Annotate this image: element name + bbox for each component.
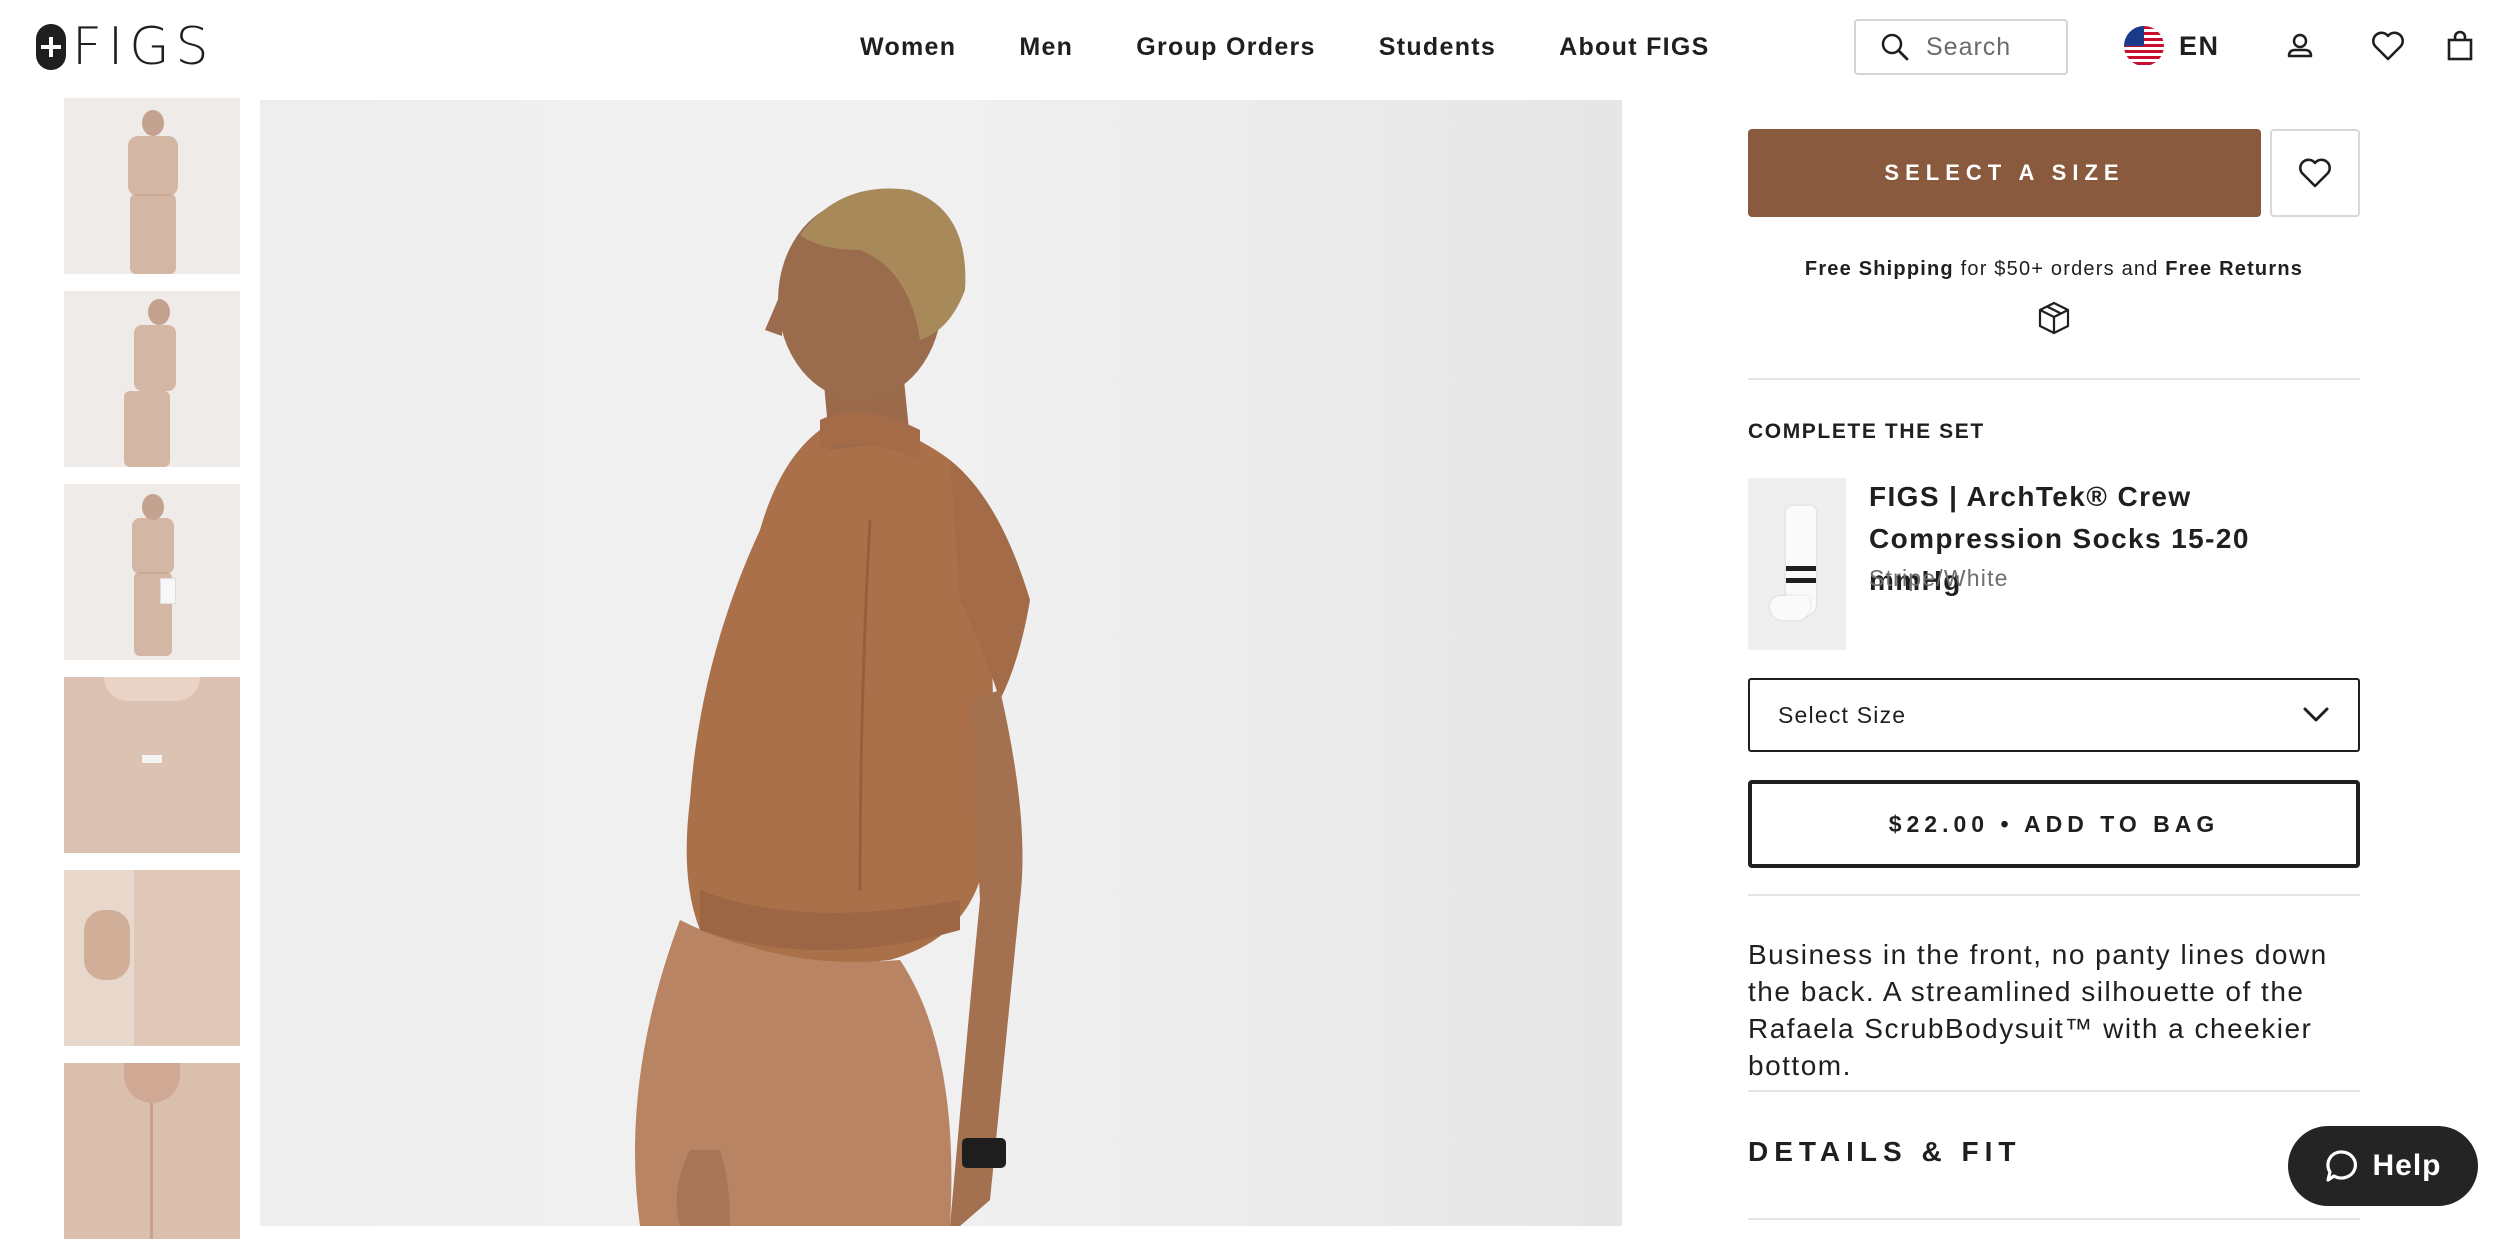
select-size-button[interactable]: SELECT A SIZE (1748, 129, 2261, 217)
product-thumbnail-6[interactable] (64, 1063, 240, 1239)
heart-icon (2299, 158, 2331, 188)
free-returns-label: Free Returns (2165, 258, 2304, 280)
help-button[interactable]: Help (2288, 1126, 2478, 1206)
site-header: FIGS Women Men Group Orders Students Abo… (0, 0, 2500, 96)
figs-logo[interactable]: FIGS (36, 17, 215, 77)
shipping-note: Free Shipping for $50+ orders and Free R… (1748, 258, 2360, 281)
add-to-wishlist-button[interactable] (2270, 129, 2360, 217)
box-icon (2038, 301, 2070, 335)
divider (1748, 378, 2360, 380)
size-dropdown-value: Select Size (1778, 701, 1907, 728)
nav-women[interactable]: Women (860, 30, 956, 64)
divider (1748, 1090, 2360, 1092)
add-to-bag-button[interactable]: $22.00 • ADD TO BAG (1748, 780, 2360, 868)
model-figure (635, 188, 1030, 1226)
main-product-image[interactable] (260, 100, 1622, 1226)
search-input[interactable] (1924, 31, 2054, 63)
chevron-down-icon (2303, 707, 2329, 722)
product-thumbnail-1[interactable] (64, 98, 240, 274)
search-box[interactable] (1854, 19, 2068, 75)
product-description: Business in the front, no panty lines do… (1748, 939, 2328, 1081)
shipping-middle-text: for $50+ orders and (1953, 258, 2166, 280)
wishlist-icon[interactable] (2370, 28, 2406, 64)
help-label: Help (2372, 1149, 2442, 1182)
product-thumbnail-3[interactable] (64, 484, 240, 660)
chat-icon (2326, 1150, 2358, 1182)
account-icon[interactable] (2282, 28, 2318, 64)
free-shipping-label: Free Shipping (1804, 258, 1954, 280)
us-flag-icon (2124, 26, 2164, 66)
product-thumbnail-4[interactable] (64, 677, 240, 853)
main-nav: Women Men Group Orders Students About FI… (860, 30, 1710, 64)
set-item-color: Stripe/White (1869, 565, 2009, 591)
nav-men[interactable]: Men (1019, 30, 1073, 64)
divider (1748, 1218, 2360, 1220)
product-thumbnail-2[interactable] (64, 291, 240, 467)
figs-logo-mark (36, 24, 66, 70)
details-fit-toggle[interactable]: DETAILS & FIT (1748, 1136, 2021, 1168)
search-icon (1881, 33, 1909, 61)
product-thumbnails (64, 98, 240, 1256)
figs-logo-text: FIGS (72, 17, 215, 77)
divider (1748, 894, 2360, 896)
product-thumbnail-5[interactable] (64, 870, 240, 1046)
language-label: EN (2179, 30, 2220, 61)
sock-product-image[interactable] (1748, 478, 1846, 650)
language-selector[interactable]: EN (2124, 26, 2220, 66)
nav-about-figs[interactable]: About FIGS (1559, 30, 1709, 64)
bag-icon[interactable] (2442, 28, 2478, 64)
nav-students[interactable]: Students (1379, 30, 1496, 64)
size-dropdown[interactable]: Select Size (1748, 678, 2360, 752)
complete-the-set-title: COMPLETE THE SET (1748, 420, 1985, 443)
nav-group-orders[interactable]: Group Orders (1136, 30, 1316, 64)
